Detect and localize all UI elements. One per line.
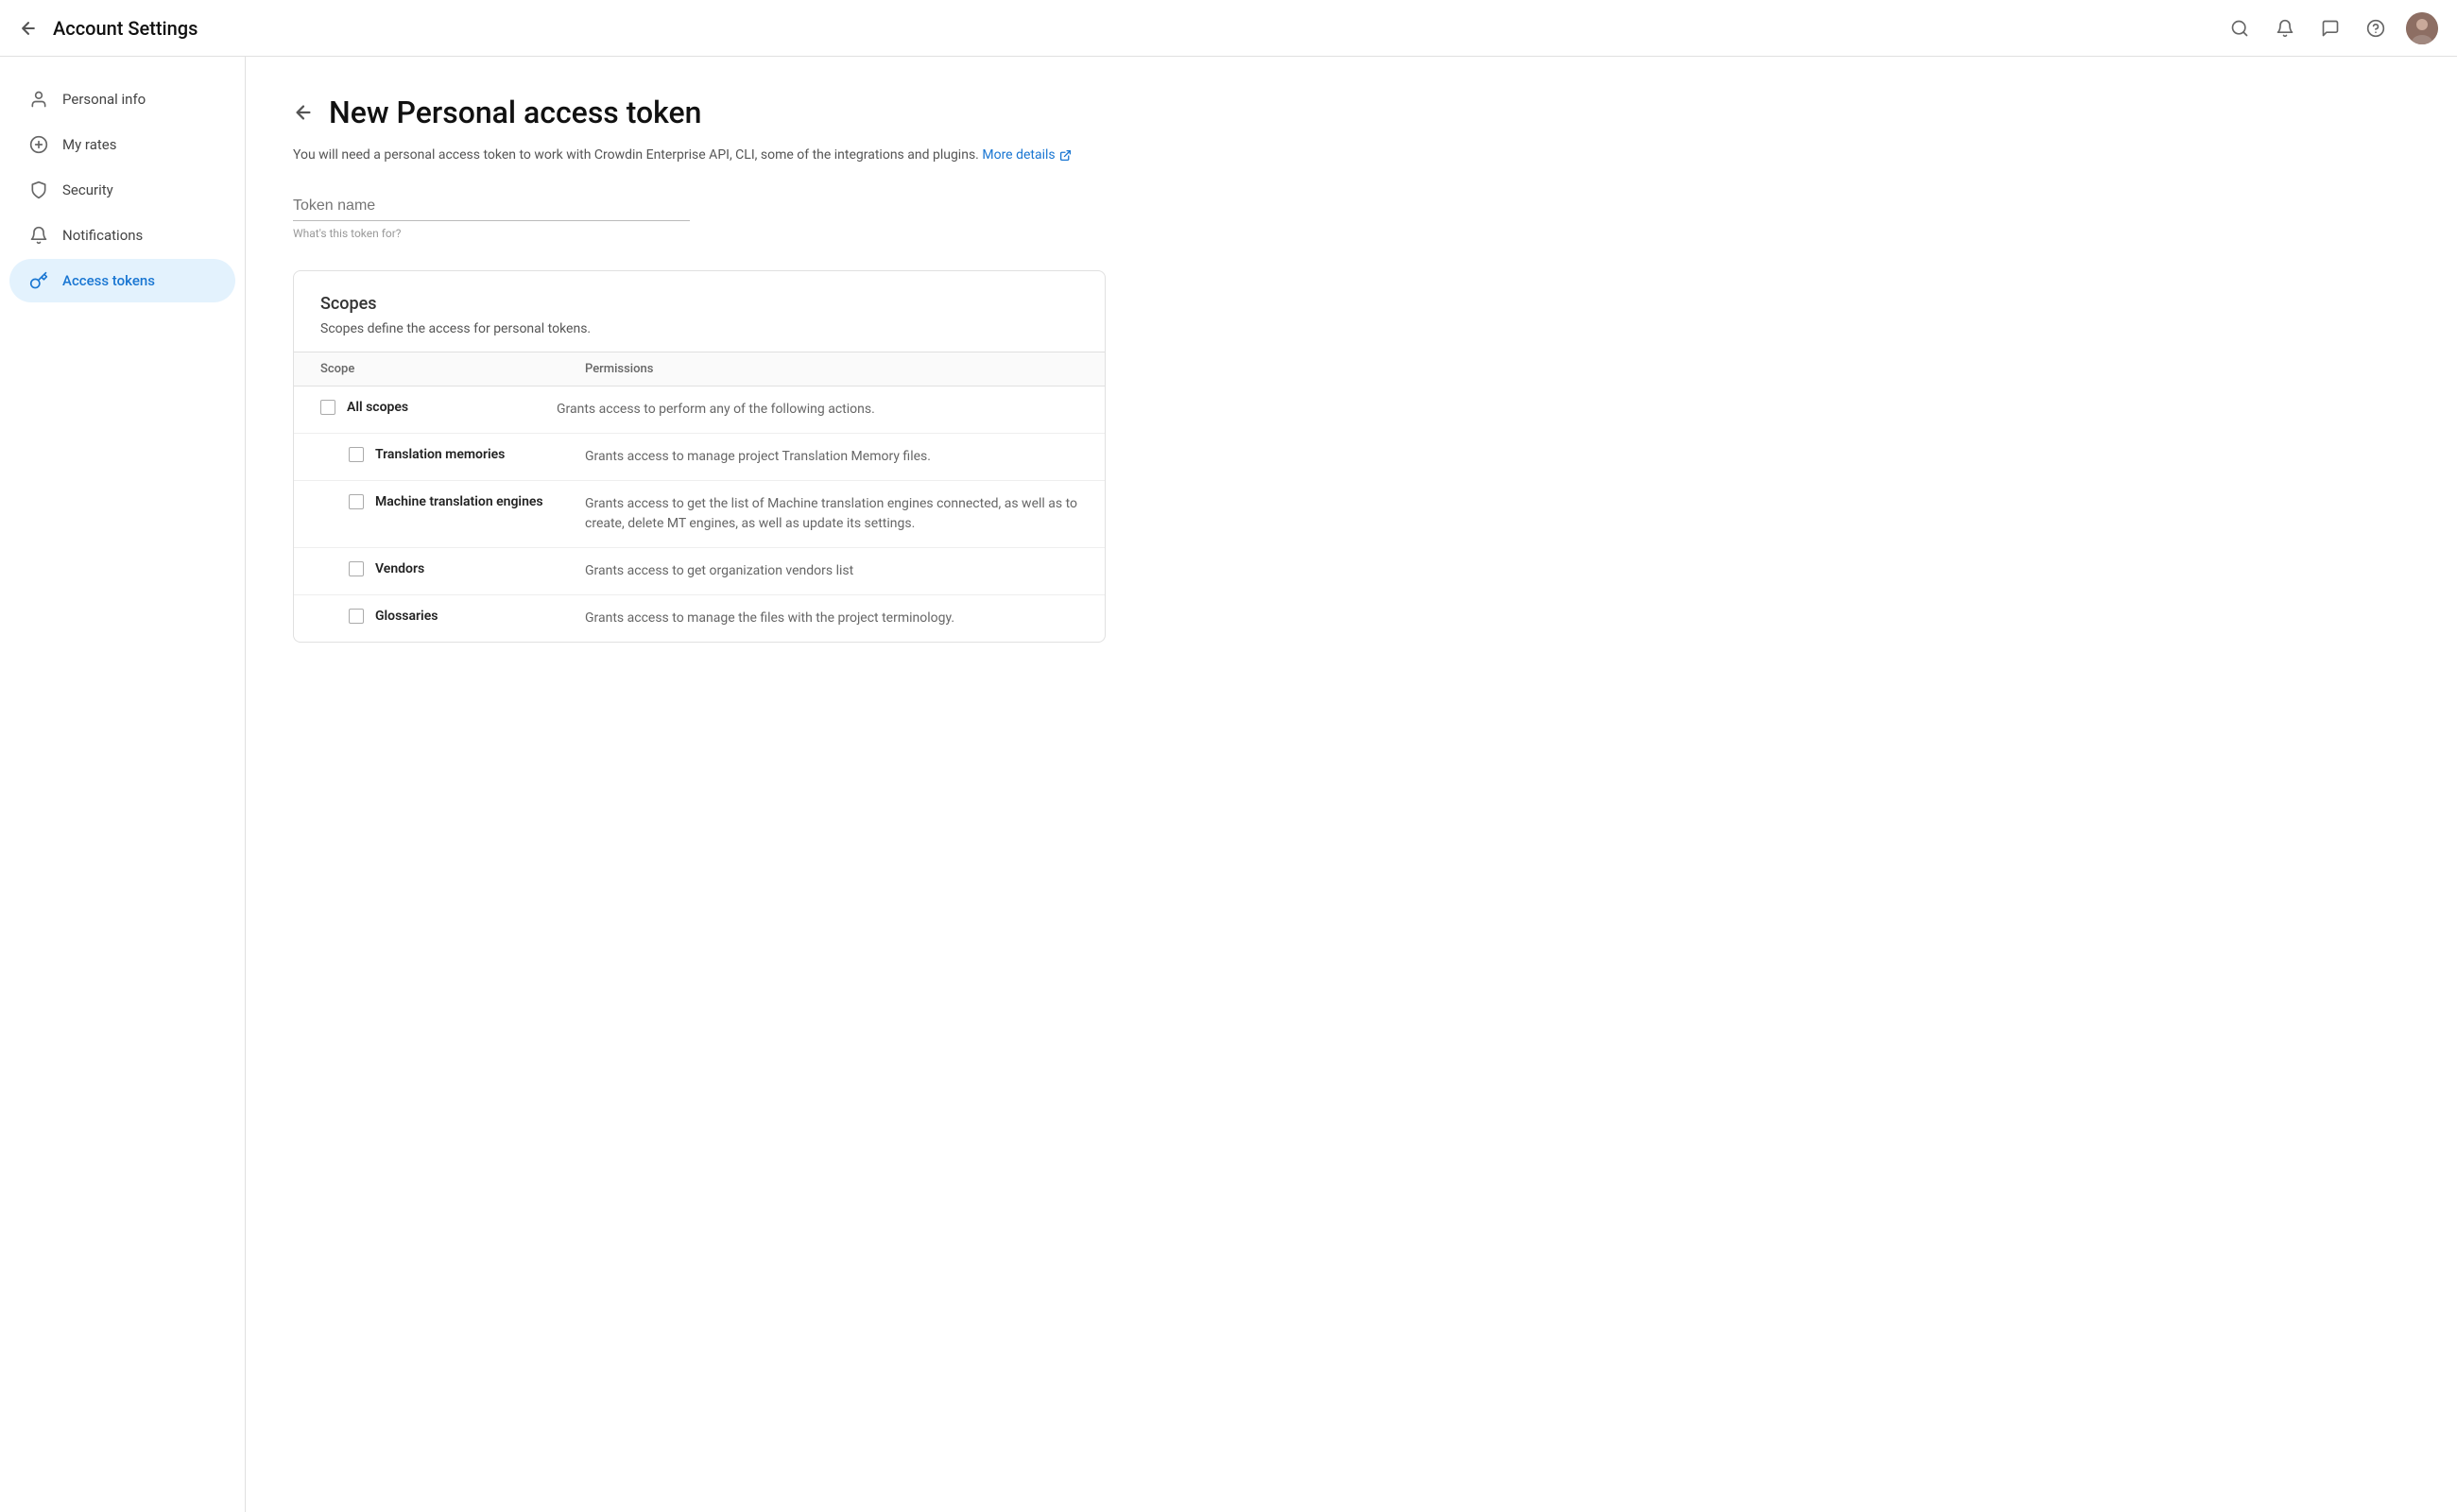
page-description: You will need a personal access token to… [293,146,2410,165]
scopes-table-header: Scope Permissions [294,352,1105,387]
glossaries-permission: Grants access to manage the files with t… [585,609,1078,628]
scopes-description: Scopes define the access for personal to… [320,321,1078,336]
translation-memories-checkbox-wrap: Translation memories [349,447,585,462]
glossaries-label: Glossaries [375,609,438,624]
machine-translation-checkbox[interactable] [349,494,364,509]
vendors-checkbox-wrap: Vendors [349,561,585,576]
vendors-label: Vendors [375,561,424,576]
all-scopes-label: All scopes [347,400,408,415]
sidebar-label-notifications: Notifications [62,227,143,244]
translation-memories-checkbox[interactable] [349,447,364,462]
sidebar-label-my-rates: My rates [62,136,116,153]
person-icon [28,89,49,110]
scope-row-all-scopes: All scopes Grants access to perform any … [294,387,1105,434]
sidebar-item-personal-info[interactable]: Personal info [9,77,235,121]
scope-row-translation-memories: Translation memories Grants access to ma… [294,434,1105,481]
sidebar-item-notifications[interactable]: Notifications [9,214,235,257]
header: Account Settings [0,0,2457,57]
vendors-permission: Grants access to get organization vendor… [585,561,1078,581]
page-back-button[interactable] [293,102,314,123]
chat-icon[interactable] [2315,13,2345,43]
main-content: New Personal access token You will need … [246,57,2457,1512]
sidebar-item-security[interactable]: Security [9,168,235,212]
sidebar-label-personal-info: Personal info [62,91,146,108]
all-scopes-checkbox-wrap: All scopes [320,400,557,415]
header-title: Account Settings [53,17,2225,40]
bell-icon [28,225,49,246]
scope-row-machine-translation: Machine translation engines Grants acces… [294,481,1105,548]
scope-row-vendors: Vendors Grants access to get organizatio… [294,548,1105,595]
translation-memories-permission: Grants access to manage project Translat… [585,447,1078,467]
help-icon[interactable] [2361,13,2391,43]
page-title: New Personal access token [329,94,701,130]
vendors-checkbox[interactable] [349,561,364,576]
more-details-link[interactable]: More details [982,146,1071,165]
token-name-input[interactable] [293,192,690,221]
dollar-icon [28,134,49,155]
scope-row-glossaries: Glossaries Grants access to manage the f… [294,595,1105,642]
sidebar-item-my-rates[interactable]: My rates [9,123,235,166]
page-header: New Personal access token [293,94,2410,130]
translation-memories-label: Translation memories [375,447,505,462]
layout: Personal info My rates Security [0,57,2457,1512]
sidebar: Personal info My rates Security [0,57,246,1512]
sidebar-label-security: Security [62,181,113,198]
col-scope-header: Scope [320,362,585,376]
machine-translation-permission: Grants access to get the list of Machine… [585,494,1078,534]
header-back-button[interactable] [19,19,38,38]
glossaries-checkbox-wrap: Glossaries [349,609,585,624]
scopes-title: Scopes [320,294,1078,314]
notifications-icon[interactable] [2270,13,2300,43]
all-scopes-checkbox[interactable] [320,400,335,415]
shield-icon [28,180,49,200]
key-icon [28,270,49,291]
all-scopes-permission: Grants access to perform any of the foll… [557,400,1078,420]
token-hint: What's this token for? [293,227,2410,240]
machine-translation-label: Machine translation engines [375,494,543,509]
avatar[interactable] [2406,12,2438,44]
glossaries-checkbox[interactable] [349,609,364,624]
sidebar-label-access-tokens: Access tokens [62,272,155,289]
search-icon[interactable] [2225,13,2255,43]
scopes-card: Scopes Scopes define the access for pers… [293,270,1106,643]
col-perm-header: Permissions [585,362,1078,376]
machine-translation-checkbox-wrap: Machine translation engines [349,494,585,509]
sidebar-item-access-tokens[interactable]: Access tokens [9,259,235,302]
scopes-header: Scopes Scopes define the access for pers… [294,271,1105,352]
header-icons [2225,12,2438,44]
